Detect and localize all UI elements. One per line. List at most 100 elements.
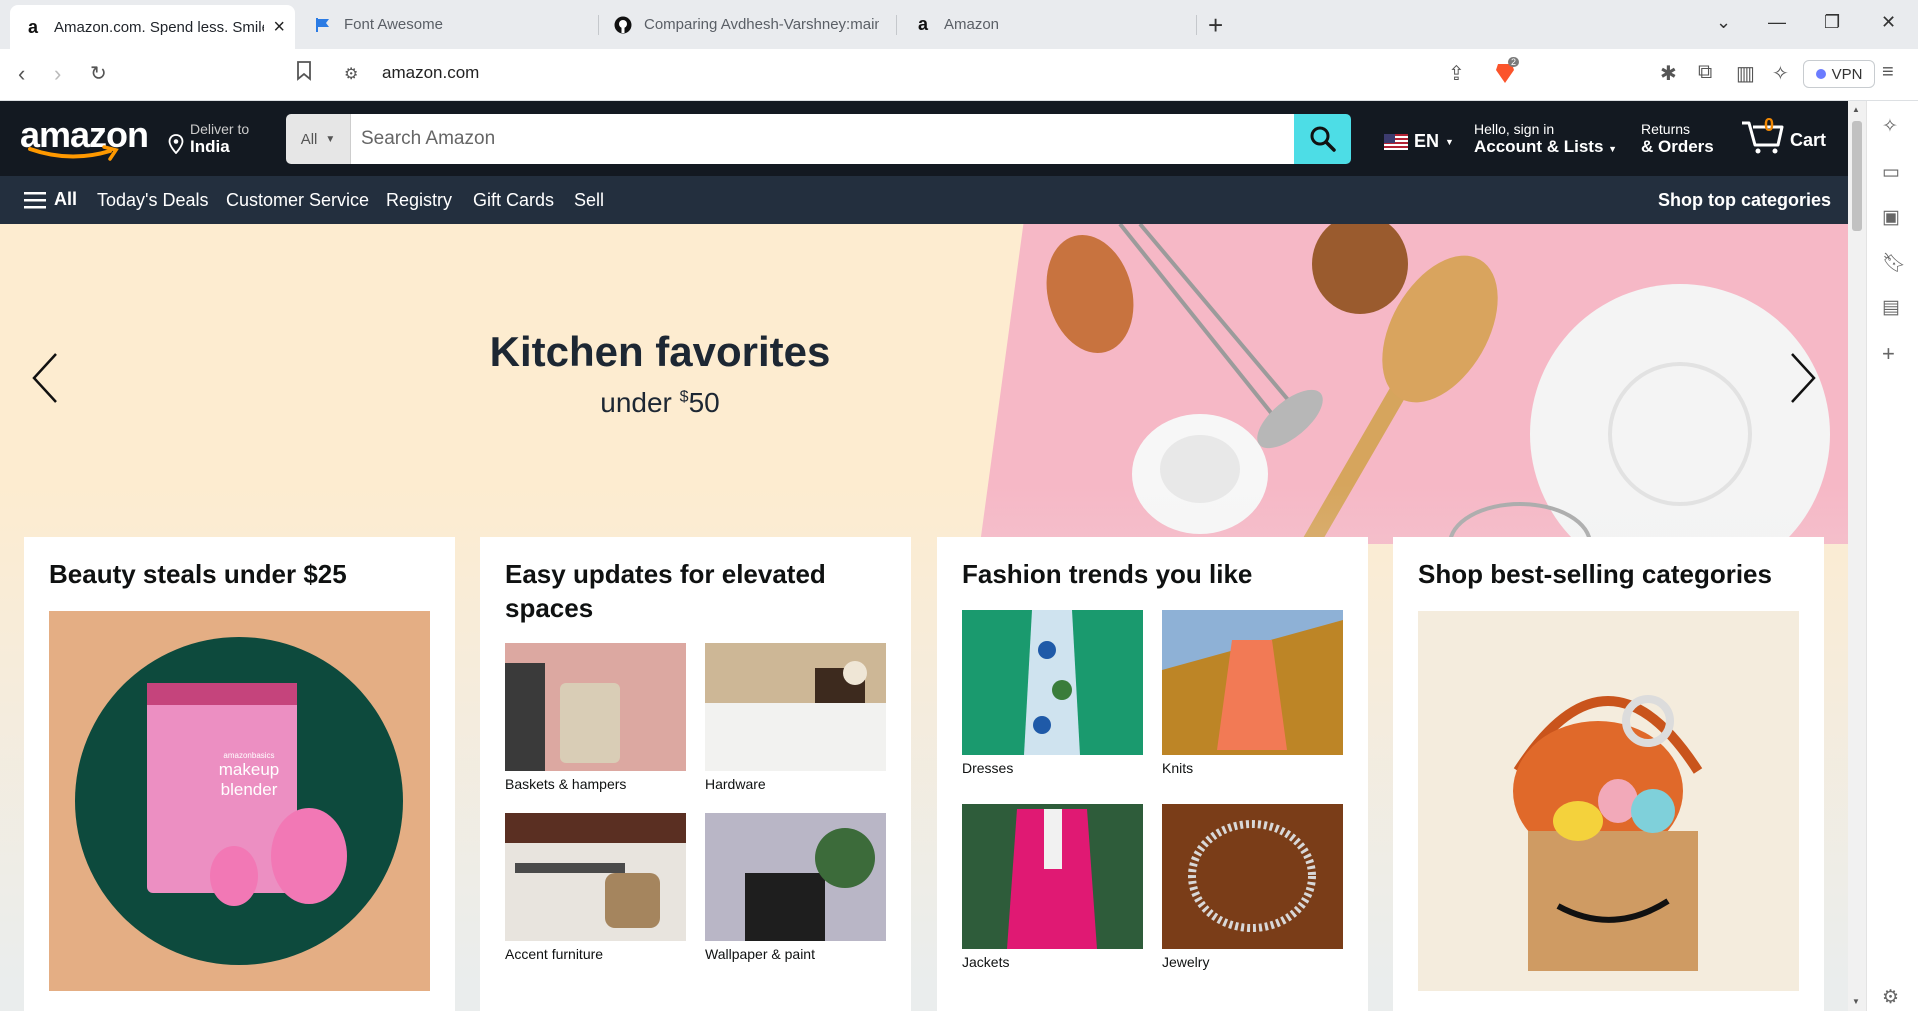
hardware-image (705, 643, 886, 771)
grid-item-jewelry[interactable]: Jewelry (1162, 804, 1343, 970)
baskets-image (505, 643, 686, 771)
leo-ai-icon[interactable]: ✧ (1772, 61, 1789, 86)
caret-down-icon: ▼ (325, 133, 336, 145)
menu-icon[interactable]: ≡ (1882, 61, 1894, 84)
tab-amazon[interactable]: a Amazon (900, 6, 1190, 43)
extensions-icon[interactable]: ⧉ (1698, 61, 1712, 84)
card-title: Beauty steals under $25 (49, 559, 347, 589)
new-tab-icon[interactable]: + (1208, 12, 1223, 38)
shields-badge: 2 (1508, 57, 1520, 67)
nav-todays-deals[interactable]: Today's Deals (97, 190, 209, 211)
accent-furniture-image (505, 813, 686, 941)
nav-customer-service[interactable]: Customer Service (226, 190, 369, 211)
close-window-icon[interactable]: ✕ (1881, 12, 1896, 33)
back-icon[interactable]: ‹ (18, 61, 25, 87)
language-selector[interactable]: EN ▼ (1384, 131, 1454, 152)
bug-icon[interactable]: ✱ (1660, 61, 1677, 86)
account-lists[interactable]: Hello, sign in Account & Lists ▼ (1474, 121, 1617, 157)
scroll-down-icon[interactable]: ▼ (1852, 997, 1860, 1006)
nav-sell[interactable]: Sell (574, 190, 604, 211)
grid-item-wallpaper[interactable]: Wallpaper & paint (705, 813, 886, 962)
grid-item-caption: Dresses (962, 760, 1014, 776)
page-scrollbar[interactable]: ▲ ▼ (1848, 101, 1866, 1011)
returns-label: Returns (1641, 121, 1691, 137)
tab-github-compare[interactable]: Comparing Avdhesh-Varshney:main (600, 6, 890, 43)
add-panel-icon[interactable]: + (1882, 341, 1895, 367)
grid-item-jackets[interactable]: Jackets (962, 804, 1143, 970)
search-category-label: All (300, 130, 318, 148)
caret-down-icon: ▼ (1445, 136, 1454, 147)
search-input[interactable] (351, 114, 1294, 164)
share-icon[interactable]: ⇪ (1448, 61, 1465, 86)
vpn-button[interactable]: VPN (1803, 60, 1875, 88)
nav-registry[interactable]: Registry (386, 190, 452, 211)
tab-divider (896, 15, 897, 35)
grid-item-dresses[interactable]: Dresses (962, 610, 1143, 776)
close-tab-icon[interactable]: × (273, 16, 285, 39)
amazon-smile-icon (28, 145, 119, 161)
grid-item-caption: Accent furniture (505, 946, 604, 962)
bookmark-icon[interactable] (296, 61, 312, 87)
grid-item-knits[interactable]: Knits (1162, 610, 1343, 776)
reload-icon[interactable]: ↻ (90, 61, 107, 86)
restore-icon[interactable]: ❐ (1824, 12, 1840, 33)
card-title: Easy updates for elevated spaces (505, 559, 826, 623)
amazon-header: amazon Deliver to India All ▼ EN ▼ Hello… (0, 101, 1848, 176)
minimize-icon[interactable]: — (1768, 12, 1786, 33)
grid-item-caption: Knits (1162, 760, 1194, 776)
card-fashion-trends[interactable]: Fashion trends you like Dresses Knits Ja… (937, 537, 1368, 1011)
tab-title: Font Awesome (344, 16, 443, 33)
account-label: Account & Lists ▼ (1474, 137, 1618, 156)
tab-list-chevron-icon[interactable]: ⌄ (1716, 12, 1731, 33)
language-label: EN (1414, 131, 1440, 151)
sidebar-toggle-icon[interactable]: ▥ (1736, 61, 1755, 86)
best-selling-image[interactable] (1418, 611, 1799, 991)
nav-gift-cards[interactable]: Gift Cards (473, 190, 554, 211)
bookmarks-icon[interactable]: 🔖︎ (1882, 251, 1906, 275)
us-flag-icon (1384, 133, 1408, 150)
returns-orders[interactable]: Returns & Orders (1641, 121, 1714, 157)
deliver-to[interactable]: Deliver to India (168, 121, 249, 157)
site-settings-icon[interactable]: ⚙ (344, 64, 358, 84)
forward-icon[interactable]: › (54, 61, 61, 87)
jewelry-image (1162, 804, 1343, 949)
makeup-blender-image[interactable]: amazonbasics makeup blender (49, 611, 430, 991)
browser-tab-bar: a Amazon.com. Spend less. Smile × Font A… (0, 0, 1918, 49)
leo-sidebar-icon[interactable]: ✧ (1882, 115, 1898, 138)
carousel-prev-icon[interactable] (30, 350, 60, 419)
amazon-favicon-icon: a (917, 14, 928, 34)
vpn-label: VPN (1831, 65, 1863, 83)
url-field[interactable]: amazon.com (382, 63, 479, 83)
tab-title: Amazon (944, 16, 1000, 33)
card-beauty-steals[interactable]: Beauty steals under $25 amazonbasics mak… (24, 537, 455, 1011)
tab-title: Comparing Avdhesh-Varshney:main (644, 16, 879, 33)
wallet-icon[interactable]: ▣ (1882, 206, 1900, 229)
search-button[interactable] (1294, 114, 1351, 164)
deliver-country: India (190, 137, 230, 156)
jackets-image (962, 804, 1143, 949)
scroll-up-icon[interactable]: ▲ (1852, 105, 1860, 114)
dresses-image (962, 610, 1143, 755)
all-menu-button[interactable]: All (24, 189, 77, 210)
grid-item-hardware[interactable]: Hardware (705, 643, 886, 792)
carousel-next-icon[interactable] (1788, 350, 1818, 419)
cart-button[interactable]: 0 Cart (1740, 115, 1826, 155)
grid-item-baskets[interactable]: Baskets & hampers (505, 643, 686, 792)
card-title: Shop best-selling categories (1418, 559, 1772, 589)
nav-shop-top-categories[interactable]: Shop top categories (1658, 190, 1831, 211)
brave-shields-icon[interactable]: 2 (1494, 57, 1520, 91)
reading-list-icon[interactable]: ▤ (1882, 296, 1900, 319)
playlist-icon[interactable]: ▭ (1882, 161, 1900, 184)
search-category-select[interactable]: All ▼ (286, 114, 351, 164)
tab-title: Amazon.com. Spend less. Smile (54, 18, 264, 36)
tab-amazon-home[interactable]: a Amazon.com. Spend less. Smile × (10, 5, 295, 49)
orders-label: & Orders (1641, 137, 1714, 156)
tab-font-awesome[interactable]: Font Awesome (300, 6, 590, 43)
cart-count: 0 (1764, 115, 1775, 135)
card-best-selling[interactable]: Shop best-selling categories (1393, 537, 1824, 1011)
scrollbar-thumb[interactable] (1852, 121, 1862, 231)
search-bar: All ▼ (286, 114, 1351, 164)
grid-item-accent-furniture[interactable]: Accent furniture (505, 813, 686, 962)
sidebar-settings-icon[interactable]: ⚙ (1882, 986, 1899, 1009)
card-easy-updates[interactable]: Easy updates for elevated spaces Baskets… (480, 537, 911, 1011)
